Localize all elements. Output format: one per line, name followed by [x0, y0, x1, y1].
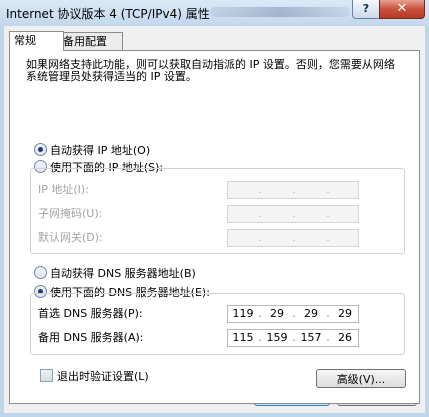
title-bar: Internet 协议版本 4 (TCP/IPv4) 属性 ? ✕	[0, 0, 429, 26]
tab-general[interactable]: 常规	[9, 31, 64, 51]
ip-separator: .	[258, 331, 262, 344]
ip-segment	[300, 183, 322, 197]
auto-ip-label: 自动获得 IP 地址(O)	[50, 144, 151, 157]
default-gateway-input[interactable]: . . .	[227, 229, 359, 247]
tab-alternate-configuration-label: 备用配置	[63, 35, 107, 48]
auto-dns-radio[interactable]	[34, 266, 47, 279]
ip-segment	[334, 231, 356, 245]
ip-separator: .	[292, 207, 296, 220]
tab-alternate-configuration[interactable]: 备用配置	[58, 32, 123, 50]
validate-settings-option[interactable]: 退出时验证设置(L)	[40, 369, 149, 383]
ip-segment	[232, 183, 254, 197]
ip-separator: .	[258, 307, 262, 320]
ip-separator: .	[258, 183, 262, 196]
ip-segment	[266, 231, 288, 245]
preferred-dns-label: 首选 DNS 服务器(P):	[38, 307, 143, 320]
close-button[interactable]: ✕	[379, 0, 425, 19]
ip-segment: 157	[300, 331, 322, 344]
window-title: Internet 协议版本 4 (TCP/IPv4) 属性	[6, 7, 210, 21]
ip-address-input[interactable]: . . .	[227, 181, 359, 199]
ip-segment	[300, 207, 322, 221]
ip-separator: .	[292, 331, 296, 344]
ip-segment: 29	[270, 307, 284, 320]
ip-separator: .	[258, 231, 262, 244]
validate-settings-label: 退出时验证设置(L)	[57, 370, 149, 383]
auto-dns-option[interactable]: 自动获得 DNS 服务器地址(B)	[34, 266, 196, 280]
ip-segment: 115	[232, 331, 254, 344]
advanced-button[interactable]: 高级(V)...	[316, 369, 406, 388]
ip-segment	[232, 207, 254, 221]
general-tab-panel: 如果网络支持此功能，则可以获取自动指派的 IP 设置。否则，您需要从网络系统管理…	[9, 50, 420, 404]
ip-segment	[300, 231, 322, 245]
ip-segment	[266, 183, 288, 197]
ip-separator: .	[326, 207, 330, 220]
default-gateway-label: 默认网关(D):	[38, 231, 103, 244]
subnet-mask-label: 子网掩码(U):	[38, 207, 103, 220]
ip-segment	[334, 207, 356, 221]
ip-segment: 119	[232, 307, 254, 320]
ip-separator: .	[326, 183, 330, 196]
preferred-dns-input[interactable]: 119 . 29 . 29 . 29	[227, 305, 359, 323]
dialog-body: 常规 备用配置 如果网络支持此功能，则可以获取自动指派的 IP 设置。否则，您需…	[4, 26, 425, 413]
ip-segment: 159	[266, 331, 288, 344]
close-icon: ✕	[396, 1, 408, 16]
ip-separator: .	[292, 307, 296, 320]
auto-dns-label: 自动获得 DNS 服务器地址(B)	[50, 267, 196, 280]
ip-segment	[232, 231, 254, 245]
ip-address-label: IP 地址(I):	[38, 183, 89, 196]
help-button[interactable]: ?	[352, 0, 380, 19]
ip-separator: .	[292, 183, 296, 196]
description-text: 如果网络支持此功能，则可以获取自动指派的 IP 设置。否则，您需要从网络系统管理…	[26, 58, 395, 83]
ip-separator: .	[326, 331, 330, 344]
ip-separator: .	[326, 231, 330, 244]
help-icon: ?	[362, 2, 370, 15]
ip-segment: 29	[338, 307, 352, 320]
auto-ip-radio[interactable]	[34, 143, 47, 156]
ip-separator: .	[326, 307, 330, 320]
ip-segment	[334, 183, 356, 197]
ip-segment: 26	[338, 331, 352, 344]
title-bar-blur	[210, 7, 350, 17]
ip-separator: .	[258, 207, 262, 220]
ip-segment	[266, 207, 288, 221]
subnet-mask-input[interactable]: . . .	[227, 205, 359, 223]
tab-general-label: 常规	[14, 34, 36, 47]
auto-ip-option[interactable]: 自动获得 IP 地址(O)	[34, 143, 150, 157]
ip-segment: 29	[304, 307, 318, 320]
ip-separator: .	[292, 231, 296, 244]
alternate-dns-label: 备用 DNS 服务器(A):	[38, 331, 144, 344]
validate-settings-checkbox[interactable]	[40, 369, 53, 382]
alternate-dns-input[interactable]: 115 . 159 . 157 . 26	[227, 329, 359, 347]
